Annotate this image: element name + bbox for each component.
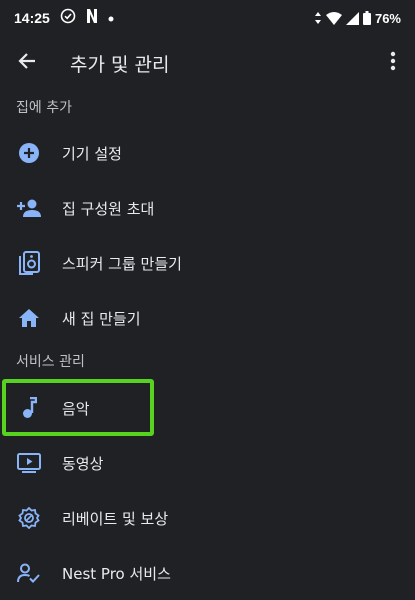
speaker-group-icon — [14, 248, 44, 278]
list-item-music[interactable]: 음악 — [0, 381, 415, 435]
list-item-video[interactable]: 동영상 — [0, 436, 415, 490]
check-circle-icon — [60, 8, 76, 28]
section-header-manage-services: 서비스 관리 — [16, 354, 85, 370]
netflix-icon — [86, 8, 98, 28]
list-label: 기기 설정 — [62, 144, 122, 163]
list-item-nest-pro[interactable]: Nest Pro 서비스 — [0, 546, 415, 600]
list-label: Nest Pro 서비스 — [62, 564, 171, 583]
list-label: 스피커 그룹 만들기 — [62, 254, 182, 273]
page-title: 추가 및 관리 — [70, 53, 170, 76]
section-header-add-to-home: 집에 추가 — [16, 100, 72, 116]
list-item-speaker-group[interactable]: 스피커 그룹 만들기 — [0, 236, 415, 290]
arrow-back-icon — [17, 51, 37, 75]
list-label: 집 구성원 초대 — [62, 199, 155, 218]
battery-percent: 76% — [374, 10, 401, 26]
status-time: 14:25 — [14, 10, 50, 26]
list-label: 새 집 만들기 — [62, 309, 141, 328]
battery-icon — [362, 11, 371, 25]
list-item-invite-member[interactable]: 집 구성원 초대 — [0, 181, 415, 235]
status-bar: 14:25 76% — [0, 0, 415, 36]
more-vert-icon — [390, 51, 396, 75]
wifi-icon — [325, 11, 342, 25]
list-label: 리베이트 및 보상 — [62, 509, 169, 528]
home-icon — [14, 303, 44, 333]
person-check-icon — [14, 558, 44, 588]
list-item-new-home[interactable]: 새 집 만들기 — [0, 291, 415, 345]
signal-icon — [345, 11, 359, 25]
back-button[interactable] — [0, 36, 54, 90]
list-item-device-setup[interactable]: 기기 설정 — [0, 126, 415, 180]
rebate-badge-icon — [14, 503, 44, 533]
person-add-icon — [14, 193, 44, 223]
list-item-rebates[interactable]: 리베이트 및 보상 — [0, 491, 415, 545]
music-note-icon — [14, 393, 44, 423]
data-arrows-icon — [314, 12, 322, 24]
add-circle-icon — [14, 138, 44, 168]
list-label: 음악 — [62, 399, 90, 418]
video-icon — [14, 448, 44, 478]
app-bar: 추가 및 관리 — [0, 36, 415, 90]
notification-dot-icon — [108, 10, 114, 26]
list-label: 동영상 — [62, 454, 104, 473]
more-options-button[interactable] — [371, 36, 415, 90]
